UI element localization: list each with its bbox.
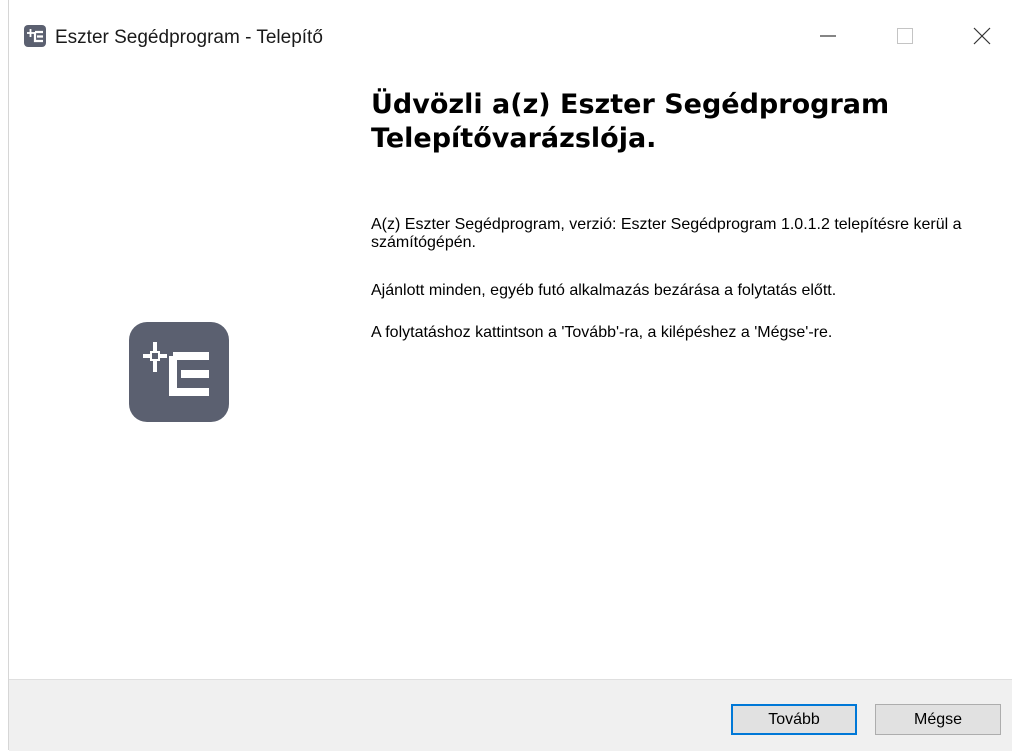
app-logo-icon [129,322,229,422]
welcome-heading: Üdvözli a(z) Eszter Segédprogram Telepít… [371,89,890,154]
continue-instruction-text: A folytatáshoz kattintson a 'Tovább'-ra,… [371,324,833,341]
button-bar: Tovább Mégse [9,679,1012,751]
welcome-panel: Üdvözli a(z) Eszter Segédprogram Telepít… [9,74,1012,679]
cancel-button[interactable]: Mégse [875,704,1001,735]
title-bar[interactable]: Eszter Segédprogram - Telepítő [9,0,1012,74]
close-apps-text: Ajánlott minden, egyéb futó alkalmazás b… [371,282,837,299]
maximize-icon[interactable] [884,16,926,56]
app-title-icon [24,25,46,47]
minimize-icon[interactable] [807,16,849,56]
install-info-text: A(z) Eszter Segédprogram, verzió: Eszter… [371,216,962,251]
installer-window: Eszter Segédprogram - Telepítő Üdvözli a… [9,0,1012,751]
window-title: Eszter Segédprogram - Telepítő [55,27,323,48]
close-icon[interactable] [961,16,1003,56]
next-button[interactable]: Tovább [731,704,857,735]
